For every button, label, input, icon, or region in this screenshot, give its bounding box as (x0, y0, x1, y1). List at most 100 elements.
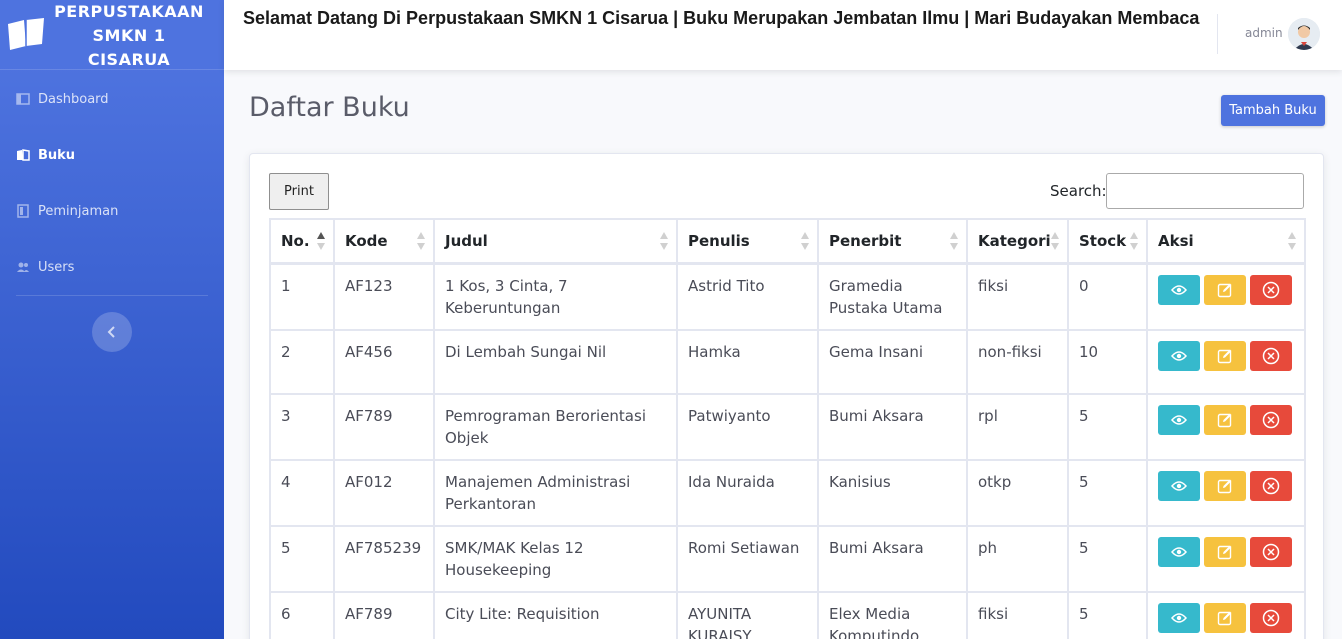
cell-no: 2 (269, 328, 335, 395)
cell-penulis: Romi Setiawan (676, 524, 819, 593)
column-header-penerbit[interactable]: Penerbit (817, 218, 968, 265)
delete-button[interactable] (1250, 340, 1292, 371)
cell-stock: 5 (1067, 590, 1148, 639)
chevron-left-icon (107, 326, 115, 338)
search-input[interactable] (1106, 173, 1304, 209)
cell-stock: 5 (1067, 458, 1148, 527)
brand-line-2: SMKN 1 (92, 26, 166, 45)
edit-button[interactable] (1204, 404, 1246, 435)
eye-icon (1171, 546, 1187, 558)
close-circle-icon (1262, 609, 1280, 627)
cell-penerbit: Bumi Aksara (817, 392, 968, 461)
close-circle-icon (1262, 347, 1280, 365)
row-actions (1158, 470, 1294, 501)
edit-button[interactable] (1204, 340, 1246, 371)
column-header-stock[interactable]: Stock (1067, 218, 1148, 265)
column-header-aksi[interactable]: Aksi (1146, 218, 1306, 265)
table-row: 4 AF012 Manajemen Administrasi Perkantoran… (269, 458, 1306, 527)
column-header-label: Penerbit (829, 231, 902, 250)
column-header-penulis[interactable]: Penulis (676, 218, 819, 265)
close-circle-icon (1262, 477, 1280, 495)
view-button[interactable] (1158, 470, 1200, 501)
delete-button[interactable] (1250, 274, 1292, 305)
sidebar-item-label: Users (38, 259, 75, 275)
add-book-button[interactable]: Tambah Buku (1221, 95, 1325, 126)
cell-kategori: fiksi (966, 590, 1069, 639)
delete-button[interactable] (1250, 470, 1292, 501)
cell-no: 6 (269, 590, 335, 639)
cell-kategori: fiksi (966, 262, 1069, 331)
cell-penulis: AYUNITA KURAISY (676, 590, 819, 639)
row-actions (1158, 274, 1294, 305)
cell-kategori: ph (966, 524, 1069, 593)
edit-button[interactable] (1204, 536, 1246, 567)
view-button[interactable] (1158, 340, 1200, 371)
cell-no: 4 (269, 458, 335, 527)
cell-penulis: Astrid Tito (676, 262, 819, 331)
column-header-label: Aksi (1158, 231, 1194, 250)
edit-button[interactable] (1204, 470, 1246, 501)
cell-judul: 1 Kos, 3 Cinta, 7 Keberuntungan (433, 262, 678, 331)
row-actions (1158, 404, 1294, 435)
column-header-label: Kode (345, 231, 388, 250)
delete-button[interactable] (1250, 602, 1292, 633)
user-avatar-icon (1288, 18, 1320, 50)
sidebar-item-buku[interactable]: Buku (0, 127, 224, 183)
table-row: 5 AF785239 SMK/MAK Kelas 12 Housekeeping Ro… (269, 524, 1306, 593)
sidebar-brand[interactable]: PERPUSTAKAAN SMKN 1 CISARUA (0, 0, 224, 70)
sort-asc-icon (317, 232, 325, 250)
edit-icon (1217, 282, 1233, 298)
view-button[interactable] (1158, 602, 1200, 633)
table-row: 6 AF789 City Lite: Requisition AYUNITA KURA… (269, 590, 1306, 639)
sort-icon (1130, 232, 1138, 250)
cell-aksi (1146, 262, 1306, 331)
sort-icon (1288, 232, 1296, 250)
eye-icon (1171, 414, 1187, 426)
cell-judul: Pemrograman Berorientasi Objek (433, 392, 678, 461)
table-row: 2 AF456 Di Lembah Sungai Nil Hamka Gema Insa… (269, 328, 1306, 395)
cell-penulis: Patwiyanto (676, 392, 819, 461)
column-header-kategori[interactable]: Kategori (966, 218, 1069, 265)
sort-icon (1051, 232, 1059, 250)
table-row: 3 AF789 Pemrograman Berorientasi Objek Patw… (269, 392, 1306, 461)
view-button[interactable] (1158, 536, 1200, 567)
sidebar-item-users[interactable]: Users (0, 239, 224, 295)
edit-icon (1217, 412, 1233, 428)
avatar[interactable] (1288, 18, 1320, 50)
cell-stock: 5 (1067, 392, 1148, 461)
sidebar-item-dashboard[interactable]: Dashboard (0, 71, 224, 127)
cell-kategori: non-fiksi (966, 328, 1069, 395)
print-button[interactable]: Print (269, 173, 329, 210)
cell-no: 1 (269, 262, 335, 331)
delete-button[interactable] (1250, 536, 1292, 567)
cell-no: 3 (269, 392, 335, 461)
column-header-no[interactable]: No. (269, 218, 335, 265)
table-header-row: No. Kode Judul Penulis Penerbit Kategori… (269, 218, 1306, 265)
close-circle-icon (1262, 411, 1280, 429)
sidebar-item-peminjaman[interactable]: Peminjaman (0, 183, 224, 239)
view-button[interactable] (1158, 274, 1200, 305)
delete-button[interactable] (1250, 404, 1292, 435)
books-table-body: 1 AF123 1 Kos, 3 Cinta, 7 Keberuntungan Ast… (269, 262, 1306, 639)
cell-kode: AF012 (333, 458, 435, 527)
column-header-kode[interactable]: Kode (333, 218, 435, 265)
welcome-marquee: Selamat Datang Di Perpustakaan SMKN 1 Ci… (243, 8, 1200, 28)
close-circle-icon (1262, 543, 1280, 561)
user-name[interactable]: admin (1245, 26, 1283, 40)
cell-penerbit: Gramedia Pustaka Utama (817, 262, 968, 331)
sidebar: PERPUSTAKAAN SMKN 1 CISARUA Dashboard Bu… (0, 0, 224, 639)
sidebar-toggle-button[interactable] (92, 312, 132, 352)
edit-button[interactable] (1204, 602, 1246, 633)
cell-penerbit: Kanisius (817, 458, 968, 527)
row-actions (1158, 536, 1294, 567)
edit-icon (1217, 348, 1233, 364)
edit-button[interactable] (1204, 274, 1246, 305)
page-title: Daftar Buku (249, 92, 410, 123)
cell-aksi (1146, 458, 1306, 527)
column-header-judul[interactable]: Judul (433, 218, 678, 265)
column-header-label: Penulis (688, 231, 750, 250)
cell-penulis: Hamka (676, 328, 819, 395)
cell-penulis: Ida Nuraida (676, 458, 819, 527)
sort-icon (950, 232, 958, 250)
view-button[interactable] (1158, 404, 1200, 435)
